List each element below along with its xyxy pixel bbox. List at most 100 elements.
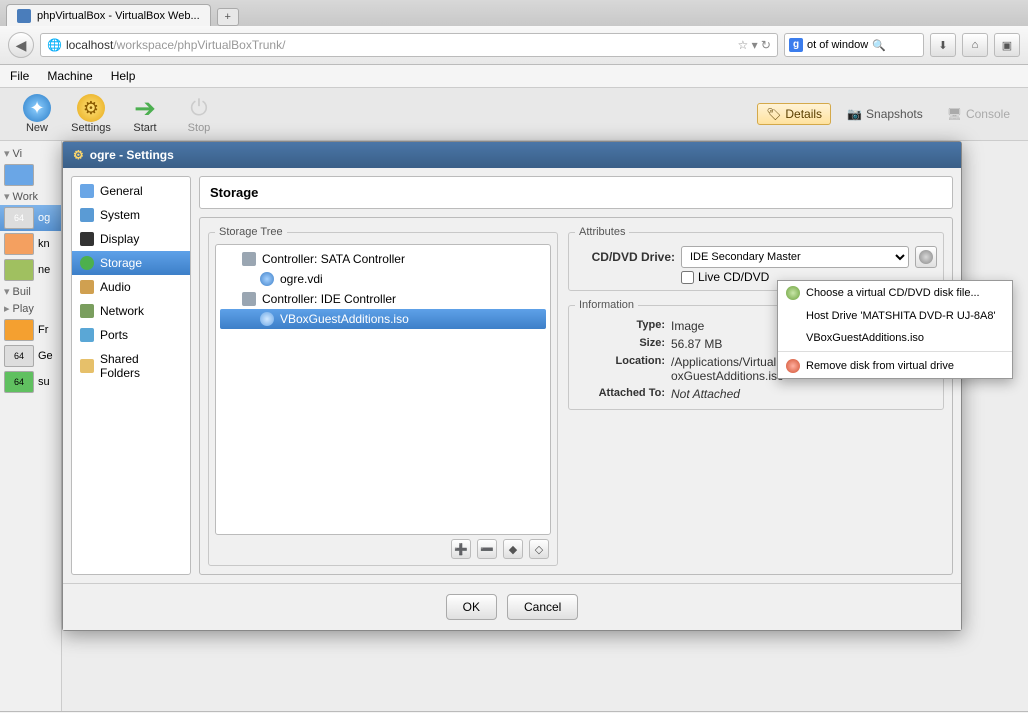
hdd-icon [260,272,274,286]
settings-categories: General System Display Storage Audio Net… [71,176,191,575]
vm-thumb-icon: 64 [4,207,34,229]
new-tab-button[interactable]: + [217,8,239,26]
tree-toolbar: ➕ ➖ ◆ ◇ [215,535,551,559]
drive-select[interactable]: IDE Secondary Master [681,246,909,268]
vm-thumb-icon [4,259,34,281]
remove-attachment-button[interactable]: ◇ [529,539,549,559]
cat-shared[interactable]: Shared Folders [72,347,190,385]
search-text: ot of window [807,39,868,51]
attached-label: Attached To: [575,387,665,399]
vm-item[interactable]: ne [0,257,61,283]
gear-icon: ⚙ [77,94,105,122]
search-field[interactable]: g ot of window🔍 [784,33,924,57]
network-icon [80,304,94,318]
cat-network[interactable]: Network [72,299,190,323]
drive-label: CD/DVD Drive: [575,250,675,264]
start-button[interactable]: ➔ Start [118,92,172,136]
bookmarks-button[interactable]: ▣ [994,33,1020,57]
add-attachment-button[interactable]: ◆ [503,539,523,559]
general-icon [80,184,94,198]
vm-thumb-icon [4,233,34,255]
vm-group[interactable]: ▾Vi [0,145,61,162]
cat-display[interactable]: Display [72,227,190,251]
attached-value: Not Attached [671,387,937,401]
separator [778,351,1012,352]
new-vm-button[interactable]: ✦ New [10,92,64,136]
choose-disk-button[interactable] [915,246,937,268]
audio-icon [80,280,94,294]
storage-icon [80,256,94,270]
tab-snapshots[interactable]: 📷 Snapshots [839,104,931,124]
monitor-icon: 🖥 [947,107,962,121]
download-button[interactable]: ⬇ [930,33,956,57]
dialog-titlebar[interactable]: ⚙ ogre - Settings [63,142,961,168]
stop-icon: ⏻ [185,94,213,122]
main-area: ▾Vi ▾Work 64og kn ne ▾Buil ▸Play Fr 64Ge… [0,141,1028,711]
disk-ogre-vdi[interactable]: ogre.vdi [220,269,546,289]
type-label: Type: [575,319,665,331]
live-cd-input[interactable] [681,271,694,284]
disk-guest-additions[interactable]: VBoxGuestAdditions.iso [220,309,546,329]
location-label: Location: [575,355,665,367]
popup-iso[interactable]: VBoxGuestAdditions.iso [778,327,1012,349]
controller-ide[interactable]: Controller: IDE Controller [220,289,546,309]
vm-item[interactable]: kn [0,231,61,257]
display-icon [80,232,94,246]
tab-console: 🖥 Console [939,104,1018,124]
back-button[interactable]: ◀ [8,32,34,58]
popup-choose-file[interactable]: Choose a virtual CD/DVD disk file... [778,281,1012,305]
cancel-button[interactable]: Cancel [507,594,578,620]
address-field[interactable]: 🌐 localhost /workspace/phpVirtualBoxTrun… [40,33,778,57]
app-menu: File Machine Help [0,65,1028,88]
controller-icon [242,292,256,306]
remove-controller-button[interactable]: ➖ [477,539,497,559]
cat-system[interactable]: System [72,203,190,227]
tab-strip: phpVirtualBox - VirtualBox Web... + [0,0,1028,26]
storage-tree[interactable]: Controller: SATA Controller ogre.vdi Con… [215,244,551,535]
google-icon: g [789,38,803,52]
vm-thumb-icon [4,319,34,341]
vm-thumb-icon: 64 [4,371,34,393]
dialog-title: ogre - Settings [90,148,174,162]
cat-audio[interactable]: Audio [72,275,190,299]
settings-dialog: ⚙ ogre - Settings General System Display… [62,141,962,631]
browser-tab[interactable]: phpVirtualBox - VirtualBox Web... [6,4,211,26]
gear-icon: ⚙ [73,148,84,162]
cd-icon [260,312,274,326]
vm-item-ogre[interactable]: 64og [0,205,61,231]
page-title: Storage [199,176,953,209]
vm-group[interactable]: ▾Buil [0,283,61,300]
settings-button[interactable]: ⚙ Settings [64,92,118,136]
folder-icon [80,359,94,373]
view-tabs: 🏷 Details 📷 Snapshots 🖥 Console [757,103,1018,125]
tree-legend: Storage Tree [215,226,287,238]
cat-ports[interactable]: Ports [72,323,190,347]
menu-machine[interactable]: Machine [47,69,92,83]
vm-group[interactable]: ▾Work [0,188,61,205]
vm-item[interactable] [0,162,61,188]
menu-help[interactable]: Help [111,69,136,83]
vm-item[interactable]: 64su [0,369,61,395]
controller-icon [242,252,256,266]
ok-button[interactable]: OK [446,594,497,620]
popup-remove-disk[interactable]: Remove disk from virtual drive [778,354,1012,378]
favicon-icon [17,9,31,23]
cat-storage[interactable]: Storage [72,251,190,275]
home-button[interactable]: ⌂ [962,33,988,57]
browser-chrome: phpVirtualBox - VirtualBox Web... + ◀ 🌐 … [0,0,1028,65]
system-icon [80,208,94,222]
add-controller-button[interactable]: ➕ [451,539,471,559]
details-icon: 🏷 [766,107,781,121]
cat-general[interactable]: General [72,179,190,203]
vm-thumb-icon: 64 [4,345,34,367]
vm-item[interactable]: Fr [0,317,61,343]
popup-host-drive[interactable]: Host Drive 'MATSHITA DVD-R UJ-8A8' [778,305,1012,327]
tab-title: phpVirtualBox - VirtualBox Web... [37,10,200,22]
stop-button: ⏻ Stop [172,92,226,136]
controller-sata[interactable]: Controller: SATA Controller [220,249,546,269]
vm-group[interactable]: ▸Play [0,300,61,317]
tab-details[interactable]: 🏷 Details [757,103,831,125]
url-bar: ◀ 🌐 localhost /workspace/phpVirtualBoxTr… [0,26,1028,65]
menu-file[interactable]: File [10,69,29,83]
vm-item[interactable]: 64Ge [0,343,61,369]
